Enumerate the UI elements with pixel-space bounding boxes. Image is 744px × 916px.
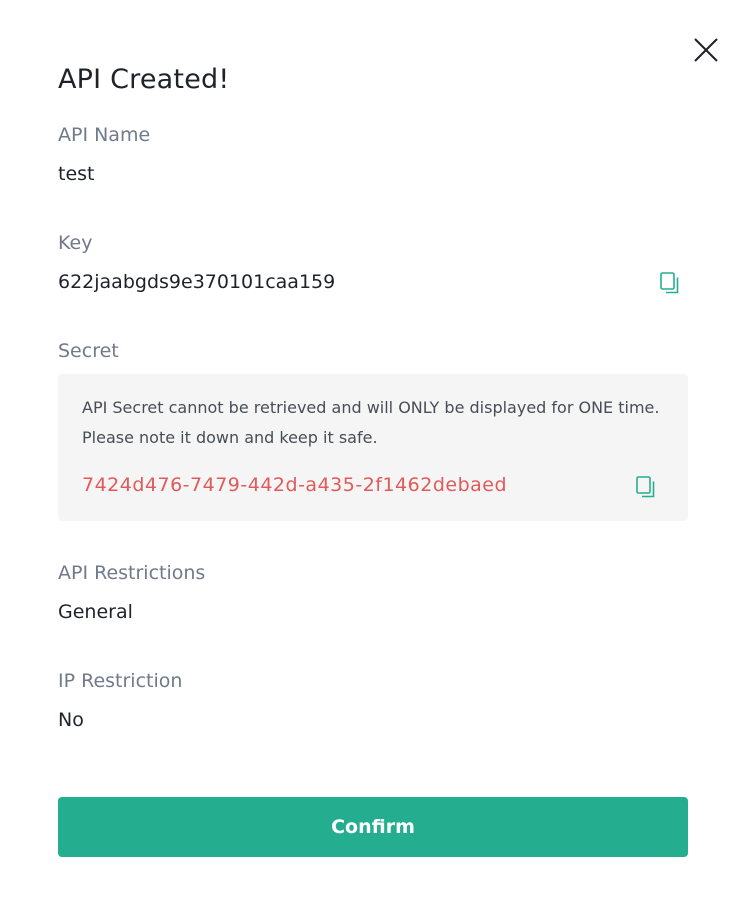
confirm-button[interactable]: Confirm (58, 797, 688, 857)
close-icon (694, 38, 718, 62)
api-restrictions-value: General (58, 601, 133, 623)
copy-secret-button[interactable] (635, 475, 657, 499)
secret-value: 7424d476-7479-442d-a435-2f1462debaed (82, 474, 508, 496)
ip-restriction-label: IP Restriction (58, 670, 183, 692)
key-value: 622jaabgds9e370101caa159 (58, 271, 336, 293)
api-name-value: test (58, 163, 95, 185)
api-restrictions-label: API Restrictions (58, 562, 206, 584)
copy-key-button[interactable] (659, 271, 681, 295)
secret-warning-line1: API Secret cannot be retrieved and will … (82, 398, 660, 417)
dialog-title: API Created! (58, 64, 230, 95)
ip-restriction-value: No (58, 709, 84, 731)
close-button[interactable] (690, 34, 722, 66)
secret-label: Secret (58, 340, 119, 362)
secret-box: API Secret cannot be retrieved and will … (58, 374, 688, 521)
api-name-label: API Name (58, 124, 151, 146)
copy-icon (660, 272, 679, 294)
api-created-dialog: API Created! API Name test Key 622jaabgd… (0, 0, 744, 916)
copy-icon (636, 476, 655, 498)
key-label: Key (58, 232, 93, 254)
secret-warning-line2: Please note it down and keep it safe. (82, 428, 378, 447)
